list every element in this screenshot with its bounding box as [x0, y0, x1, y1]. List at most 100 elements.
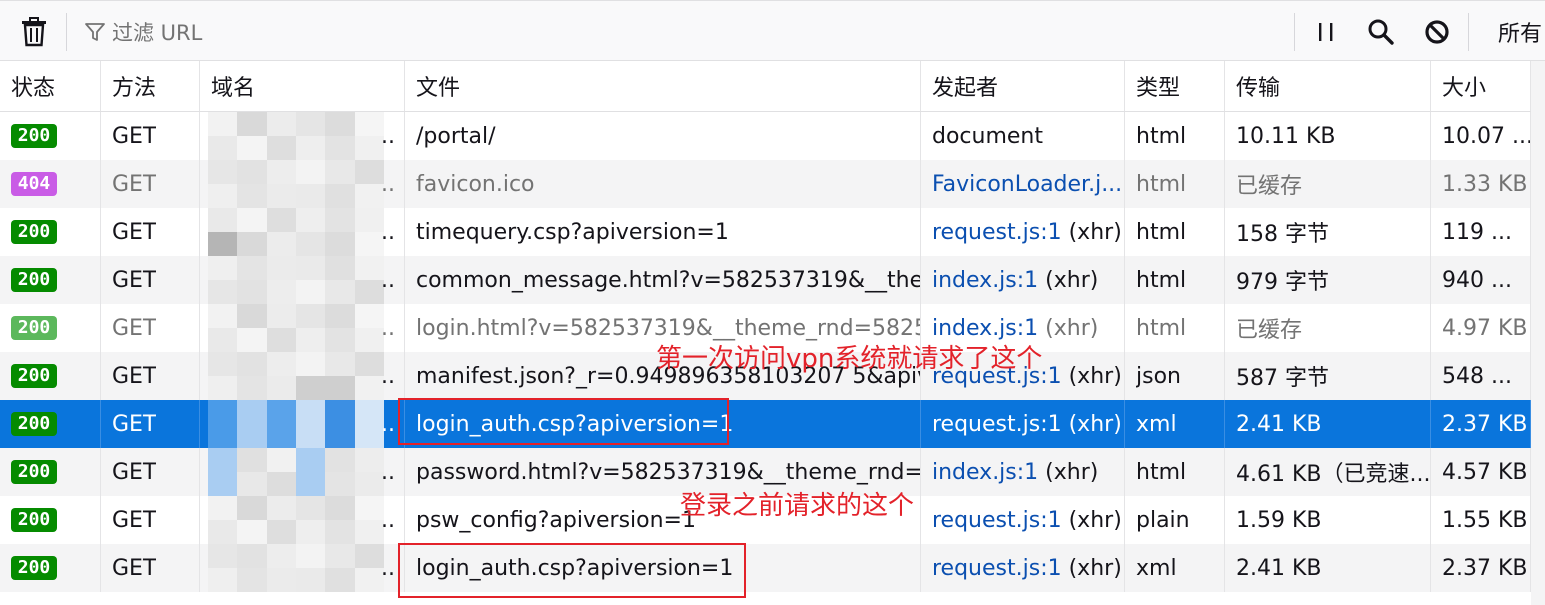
- status-cell: 200: [0, 496, 101, 544]
- transferred-cell: 2.41 KB: [1225, 544, 1431, 592]
- type-text: plain: [1136, 507, 1190, 533]
- method-cell: GET: [101, 256, 200, 304]
- type-text: html: [1136, 171, 1187, 197]
- transferred-cell: 10.11 KB: [1225, 112, 1431, 160]
- transferred-cell: 979 字节: [1225, 256, 1431, 304]
- transferred-text: 2.41 KB: [1236, 411, 1322, 437]
- method-text: GET: [112, 267, 157, 293]
- pixelated-domain: [208, 352, 384, 400]
- method-cell: GET: [101, 160, 200, 208]
- method-cell: GET: [101, 112, 200, 160]
- status-cell: 200: [0, 448, 101, 496]
- initiator-link[interactable]: request.js:1: [932, 508, 1062, 533]
- domain-cell: ..: [200, 400, 405, 448]
- pause-button[interactable]: [1308, 15, 1344, 49]
- status-badge: 200: [11, 316, 57, 340]
- status-badge: 404: [11, 172, 57, 196]
- column-header-domain[interactable]: 域名: [200, 61, 405, 111]
- initiator-cause: (xhr): [1061, 507, 1122, 533]
- status-cell: 200: [0, 400, 101, 448]
- column-header-initiator[interactable]: 发起者: [921, 61, 1125, 111]
- method-text: GET: [112, 219, 157, 245]
- annotation-note-2: 登录之前请求的这个: [680, 491, 915, 521]
- initiator-link[interactable]: index.js:1: [932, 460, 1038, 485]
- table-row[interactable]: 200 GET.. timequery.csp?apiversion=1 reques…: [0, 208, 1531, 256]
- method-text: GET: [112, 555, 157, 581]
- annotation-box-2: [398, 543, 746, 598]
- type-cell: html: [1125, 208, 1225, 256]
- column-header-status[interactable]: 状态: [0, 61, 101, 111]
- vertical-scrollbar[interactable]: [1531, 61, 1545, 605]
- status-badge: 200: [11, 412, 57, 436]
- initiator-cause: (xhr): [1038, 267, 1099, 293]
- search-button[interactable]: [1362, 14, 1400, 50]
- domain-ellipsis: ..: [381, 171, 395, 197]
- pixelated-domain: [208, 544, 384, 592]
- status-badge: 200: [11, 220, 57, 244]
- transferred-cell: 158 字节: [1225, 208, 1431, 256]
- column-header-file[interactable]: 文件: [405, 61, 921, 111]
- trash-icon: [22, 17, 46, 47]
- block-icon: [1425, 20, 1449, 44]
- table-row[interactable]: 200 GET.. /portal/document html 10.11 KB 10.0…: [0, 112, 1531, 160]
- initiator-link[interactable]: FaviconLoader.j...: [932, 172, 1122, 197]
- initiator-link[interactable]: request.js:1: [932, 220, 1062, 245]
- table-row[interactable]: 200 GET.. login_auth.csp?apiversion=1 reque…: [0, 400, 1531, 448]
- file-cell: common_message.html?v=582537319&__theme: [405, 256, 921, 304]
- status-cell: 200: [0, 112, 101, 160]
- filter-url-input[interactable]: 过滤 URL: [84, 15, 202, 49]
- status-badge: 200: [11, 364, 57, 388]
- file-name: password.html?v=582537319&__theme_rnd=58: [416, 459, 920, 485]
- transferred-text: 979 字节: [1236, 270, 1329, 295]
- size-cell: 4.57 KB: [1431, 448, 1531, 496]
- table-row[interactable]: 200 GET.. login_auth.csp?apiversion=1 reque…: [0, 544, 1531, 592]
- initiator-link[interactable]: index.js:1: [932, 268, 1038, 293]
- file-name: psw_config?apiversion=1: [416, 507, 696, 533]
- status-cell: 404: [0, 160, 101, 208]
- initiator-link[interactable]: index.js:1: [932, 316, 1038, 341]
- clear-button[interactable]: [14, 14, 54, 50]
- column-header-size[interactable]: 大小: [1431, 61, 1531, 111]
- transferred-cell: 4.61 KB（已竞速...: [1225, 448, 1431, 496]
- domain-ellipsis: ..: [381, 507, 395, 533]
- type-cell: html: [1125, 256, 1225, 304]
- initiator-link[interactable]: request.js:1: [932, 556, 1062, 581]
- method-cell: GET: [101, 304, 200, 352]
- size-text: 1.33 KB: [1442, 171, 1528, 197]
- column-header-method[interactable]: 方法: [101, 61, 200, 111]
- type-cell: plain: [1125, 496, 1225, 544]
- pixelated-domain: [208, 112, 384, 160]
- table-row[interactable]: 404 GET.. favicon.ico FaviconLoader.j... htm…: [0, 160, 1531, 208]
- column-header-transferred[interactable]: 传输: [1225, 61, 1431, 111]
- type-text: html: [1136, 315, 1187, 341]
- column-header-type[interactable]: 类型: [1125, 61, 1225, 111]
- size-cell: 10.07 ...: [1431, 112, 1531, 160]
- method-text: GET: [112, 507, 157, 533]
- toolbar-separator: [1468, 13, 1469, 51]
- size-text: 1.55 KB: [1442, 507, 1528, 533]
- status-cell: 200: [0, 304, 101, 352]
- method-text: GET: [112, 315, 157, 341]
- table-row[interactable]: 200 GET.. common_message.html?v=582537319&…: [0, 256, 1531, 304]
- initiator-cell: index.js:1 (xhr): [921, 448, 1125, 496]
- type-cell: xml: [1125, 544, 1225, 592]
- size-cell: 2.37 KB: [1431, 400, 1531, 448]
- size-text: 548 ...: [1442, 363, 1512, 389]
- table-header: 状态 方法 域名 文件 发起者 类型 传输 大小: [0, 61, 1531, 112]
- domain-cell: ..: [200, 304, 405, 352]
- type-cell: html: [1125, 160, 1225, 208]
- domain-ellipsis: ..: [381, 219, 395, 245]
- size-cell: 1.33 KB: [1431, 160, 1531, 208]
- transferred-text: 4.61 KB（已竞速...: [1236, 462, 1430, 487]
- method-cell: GET: [101, 544, 200, 592]
- status-badge: 200: [11, 508, 57, 532]
- initiator-cell: request.js:1 (xhr): [921, 496, 1125, 544]
- type-cell: xml: [1125, 400, 1225, 448]
- type-filter-all[interactable]: 所有: [1498, 16, 1542, 48]
- block-request-button[interactable]: [1418, 14, 1456, 50]
- pixelated-domain: [208, 304, 384, 352]
- transferred-cell: 2.41 KB: [1225, 400, 1431, 448]
- initiator-link[interactable]: request.js:1: [932, 412, 1062, 437]
- pause-icon: [1319, 23, 1333, 41]
- type-cell: html: [1125, 304, 1225, 352]
